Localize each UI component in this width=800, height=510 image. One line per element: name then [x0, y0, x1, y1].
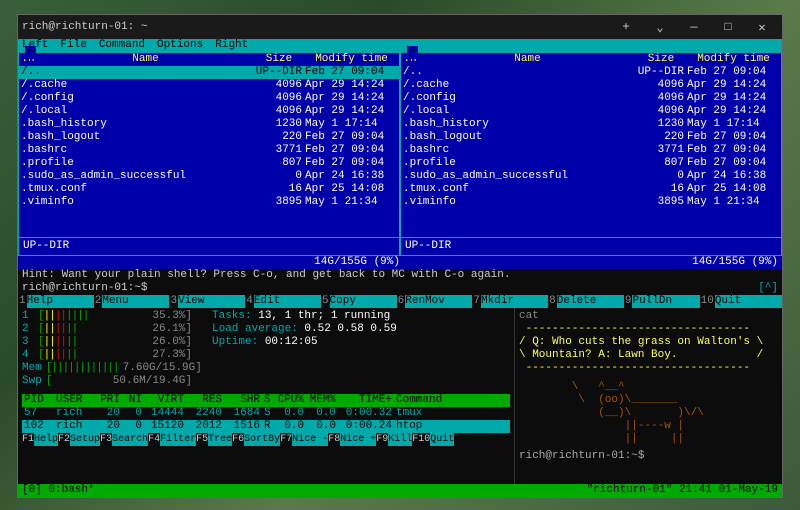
panel-tab: ~ — [407, 46, 418, 59]
file-row[interactable]: .bash_logout220Feb 27 09:04 — [401, 131, 781, 144]
tmux-statusbar: [0] 0:bash* "richturn-01" 21:41 01-May-1… — [18, 484, 782, 497]
menu-command[interactable]: Command — [99, 39, 145, 52]
cowsay-pane[interactable]: cat ---------------------------------- /… — [514, 308, 782, 484]
fnkey-edit[interactable]: Edit — [254, 295, 321, 308]
htop-fn-kill[interactable]: Kill — [388, 433, 412, 446]
htop-fnkeys: F1HelpF2SetupF3SearchF4FilterF5TreeF6Sor… — [22, 433, 510, 446]
tasks-label: Tasks: — [212, 310, 258, 322]
file-row[interactable]: .tmux.conf16Apr 25 14:08 — [19, 183, 399, 196]
panel-status-right: UP--DIR — [401, 237, 781, 255]
fnkey-renmov[interactable]: RenMov — [405, 295, 472, 308]
htop-pane[interactable]: 1[|||||||| 35.3%]2[|||||| 26.1%]3[||||||… — [18, 308, 514, 484]
htop-fn-nice -[interactable]: Nice - — [292, 433, 328, 446]
fnkey-mkdir[interactable]: Mkdir — [481, 295, 548, 308]
cat-cmd: cat — [519, 310, 778, 323]
file-row[interactable]: /.local4096Apr 29 14:24 — [401, 105, 781, 118]
cowsay-q: / Q: Who cuts the grass on Walton's \ — [519, 336, 778, 349]
disk-usage-right: 14G/155G (9%) — [400, 256, 778, 269]
htop-fn-search[interactable]: Search — [112, 433, 148, 446]
col-time: Modify time — [304, 53, 399, 66]
mc-fnkeys: 1Help2Menu3View4Edit5Copy6RenMov7Mkdir8D… — [18, 295, 782, 308]
col-size: Size — [254, 53, 304, 66]
menu-file[interactable]: File — [60, 39, 86, 52]
fnkey-menu[interactable]: Menu — [102, 295, 169, 308]
fnkey-help[interactable]: Help — [27, 295, 94, 308]
file-row[interactable]: .bash_history1230May 1 17:14 — [401, 118, 781, 131]
mc-panels: ~ .n Name Size Modify time /..UP--DIRFeb… — [18, 52, 782, 256]
file-row[interactable]: /.cache4096Apr 29 14:24 — [401, 79, 781, 92]
tmux-session[interactable]: [0] 0:bash* — [22, 484, 95, 497]
col-time: Modify time — [686, 53, 781, 66]
mc-prompt[interactable]: rich@richturn-01:~$ — [22, 282, 147, 295]
file-row[interactable]: .tmux.conf16Apr 25 14:08 — [401, 183, 781, 196]
panel-tab: ~ — [25, 46, 36, 59]
file-row[interactable]: .profile807Feb 27 09:04 — [19, 157, 399, 170]
htop-fn-nice +[interactable]: Nice + — [340, 433, 376, 446]
file-row[interactable]: /.local4096Apr 29 14:24 — [19, 105, 399, 118]
fnkey-pulldn[interactable]: PullDn — [632, 295, 699, 308]
cowsay-a: \ Mountain? A: Lawn Boy. / — [519, 349, 778, 362]
uptime-label: Uptime: — [212, 336, 265, 348]
file-row[interactable]: .bashrc3771Feb 27 09:04 — [19, 144, 399, 157]
mc-menubar: Left File Command Options Right — [18, 39, 782, 52]
file-row[interactable]: .bash_logout220Feb 27 09:04 — [19, 131, 399, 144]
window-title: rich@richturn-01: ~ — [22, 21, 147, 33]
titlebar: rich@richturn-01: ~ + ⌄ — □ ✕ — [18, 15, 782, 39]
load-label: Load average: — [212, 323, 304, 335]
file-row[interactable]: .bashrc3771Feb 27 09:04 — [401, 144, 781, 157]
maximize-button[interactable]: □ — [712, 17, 744, 37]
menu-options[interactable]: Options — [157, 39, 203, 52]
file-row[interactable]: /..UP--DIRFeb 27 09:04 — [401, 66, 781, 79]
caret-indicator: [^] — [758, 282, 778, 295]
col-name: Name — [419, 53, 636, 66]
file-row[interactable]: /.config4096Apr 29 14:24 — [401, 92, 781, 105]
minimize-button[interactable]: — — [678, 17, 710, 37]
cow-art: \ ^__^ \ (oo)\_______ (__)\ )\/\ ||----w… — [519, 381, 778, 446]
terminal-window: rich@richturn-01: ~ + ⌄ — □ ✕ Left File … — [17, 14, 783, 498]
hint-line: Hint: Want your plain shell? Press C-o, … — [18, 269, 782, 282]
process-row[interactable]: 57rich 200 144442240 1684S 0.00.0 0:00.3… — [22, 407, 510, 420]
file-row[interactable]: .sudo_as_admin_successful0Apr 24 16:38 — [401, 170, 781, 183]
file-row[interactable]: .bash_history1230May 1 17:14 — [19, 118, 399, 131]
cow-prompt[interactable]: rich@richturn-01:~$ — [519, 450, 778, 463]
menu-right[interactable]: Right — [215, 39, 248, 52]
htop-fn-help[interactable]: Help — [34, 433, 58, 446]
new-tab-button[interactable]: + — [610, 17, 642, 37]
left-panel[interactable]: ~ .n Name Size Modify time /..UP--DIRFeb… — [18, 52, 400, 256]
file-row[interactable]: /..UP--DIRFeb 27 09:04 — [19, 66, 399, 79]
close-button[interactable]: ✕ — [746, 17, 778, 37]
dropdown-button[interactable]: ⌄ — [644, 17, 676, 37]
file-row[interactable]: /.config4096Apr 29 14:24 — [19, 92, 399, 105]
proc-header: PIDUSER PRINI VIRTRES SHRS CPU%MEM% TIME… — [22, 394, 510, 407]
fnkey-quit[interactable]: Quit — [715, 295, 782, 308]
disk-usage-left: 14G/155G (9%) — [22, 256, 400, 269]
file-row[interactable]: .viminfo3895May 1 21:34 — [19, 196, 399, 209]
htop-fn-tree[interactable]: Tree — [208, 433, 232, 446]
panel-status-left: UP--DIR — [19, 237, 399, 255]
htop-fn-filter[interactable]: Filter — [160, 433, 196, 446]
file-row[interactable]: /.cache4096Apr 29 14:24 — [19, 79, 399, 92]
fnkey-view[interactable]: View — [178, 295, 245, 308]
file-row[interactable]: .sudo_as_admin_successful0Apr 24 16:38 — [19, 170, 399, 183]
col-name: Name — [37, 53, 254, 66]
fnkey-delete[interactable]: Delete — [557, 295, 624, 308]
tmux-clock: "richturn-01" 21:41 01-May-19 — [587, 484, 778, 497]
htop-fn-sortby[interactable]: SortBy — [244, 433, 280, 446]
col-size: Size — [636, 53, 686, 66]
htop-fn-quit[interactable]: Quit — [430, 433, 454, 446]
fnkey-copy[interactable]: Copy — [330, 295, 397, 308]
right-panel[interactable]: ~ .n Name Size Modify time /..UP--DIRFeb… — [400, 52, 782, 256]
file-row[interactable]: .profile807Feb 27 09:04 — [401, 157, 781, 170]
file-row[interactable]: .viminfo3895May 1 21:34 — [401, 196, 781, 209]
htop-fn-setup[interactable]: Setup — [70, 433, 100, 446]
process-row[interactable]: 102rich 200 151202012 1516R 0.00.0 0:00.… — [22, 420, 510, 433]
